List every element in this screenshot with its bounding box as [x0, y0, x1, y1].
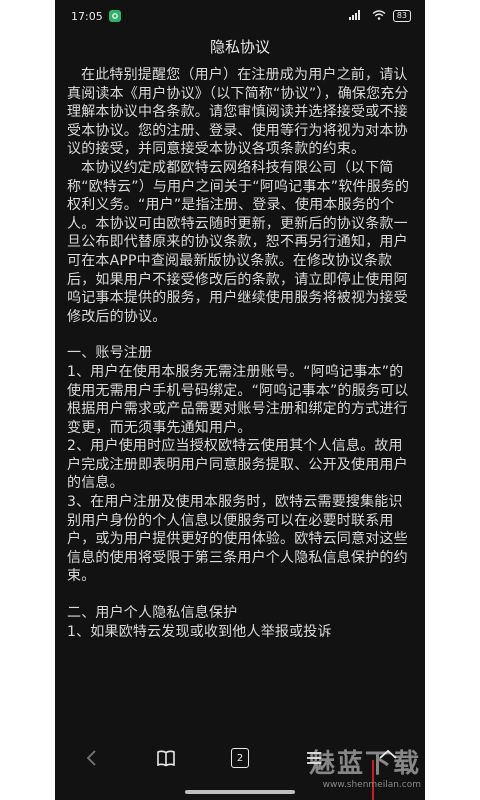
section-heading: 一、账号注册 — [67, 345, 153, 362]
battery-indicator: 83 — [392, 10, 411, 22]
book-icon — [157, 750, 175, 767]
notification-app-icon — [108, 10, 121, 22]
cellular-signal-icon — [348, 9, 365, 23]
intro-paragraph: 本协议约定成都欧特云网络科技有限公司（以下简称“欧特云”）与用户之间关于“阿呜记… — [67, 159, 410, 325]
agreement-text: 在此特别提醒您（用户）在注册成为用户之前，请认真阅读本《用户协议》（以下简称“协… — [67, 66, 413, 728]
intro-paragraph: 在此特别提醒您（用户）在注册成为用户之前，请认真阅读本《用户协议》（以下简称“协… — [67, 67, 409, 158]
clause-paragraph: 2、用户使用时应当授权欧特云使用其个人信息。故用户完成注册即表明用户同意服务提取… — [67, 438, 408, 492]
tabs-button[interactable]: 2 — [222, 740, 258, 776]
status-time: 17:05 — [71, 9, 103, 23]
wifi-icon — [372, 9, 386, 23]
back-button[interactable] — [74, 740, 110, 776]
tab-count-icon: 2 — [231, 748, 249, 768]
status-bar: 17:05 83 — [55, 0, 425, 32]
watermark-url: www.shenmeilan.com — [322, 780, 421, 790]
phone-screen: 17:05 83 隐私协议 在此特别提醒您（用户）在注册成为用户之前，请认真阅读… — [55, 0, 425, 800]
watermark: 魅蓝下载 www.shenmeilan.com — [281, 743, 421, 790]
watermark-logo: 魅蓝下载 — [308, 749, 421, 779]
chevron-left-icon — [86, 750, 96, 766]
clause-paragraph: 1、用户在使用本服务无需注册账号。“阿呜记事本”的使用无需用户手机号码绑定。“阿… — [67, 363, 409, 436]
clause-paragraph: 3、在用户注册及使用本服务时，欧特云需要搜集能识别用户身份的个人信息以便服务可以… — [67, 494, 408, 585]
home-indicator[interactable] — [185, 790, 295, 794]
bookmarks-button[interactable] — [148, 740, 184, 776]
page-title: 隐私协议 — [209, 38, 270, 56]
section-heading: 二、用户个人隐私信息保护 — [67, 605, 238, 622]
clause-paragraph: 1、如果欧特云发现或收到他人举报或投诉 — [67, 623, 332, 640]
